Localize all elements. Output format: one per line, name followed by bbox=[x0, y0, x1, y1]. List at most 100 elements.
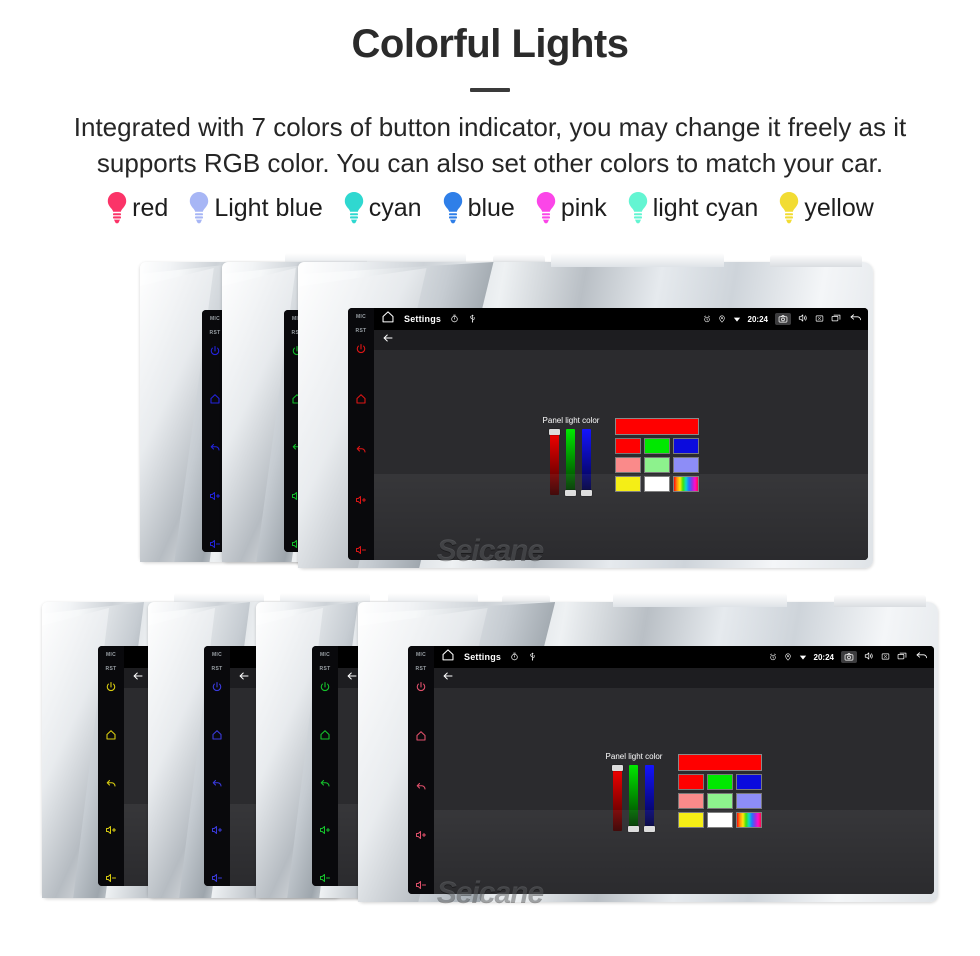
color-swatch[interactable] bbox=[678, 774, 705, 790]
color-swatch[interactable] bbox=[736, 812, 763, 828]
slider-thumb[interactable] bbox=[644, 825, 656, 832]
color-preview-bar[interactable] bbox=[615, 418, 700, 435]
close-box-icon[interactable] bbox=[815, 310, 824, 328]
slider-blue[interactable] bbox=[581, 428, 593, 496]
color-swatch[interactable] bbox=[644, 476, 671, 492]
power-icon[interactable] bbox=[415, 680, 427, 698]
home-icon[interactable] bbox=[381, 310, 395, 329]
color-swatch[interactable] bbox=[736, 774, 763, 790]
volume-icon[interactable] bbox=[798, 310, 808, 328]
legend-label: blue bbox=[467, 193, 515, 222]
volume-up-icon[interactable] bbox=[209, 489, 221, 507]
color-swatch[interactable] bbox=[707, 793, 734, 809]
back-arrow-icon[interactable] bbox=[238, 669, 250, 687]
slider-thumb[interactable] bbox=[581, 489, 593, 496]
swatch-row bbox=[615, 438, 700, 454]
slider-green[interactable] bbox=[628, 764, 640, 832]
volume-up-icon[interactable] bbox=[211, 823, 223, 841]
color-swatch[interactable] bbox=[615, 457, 642, 473]
slider-thumb[interactable] bbox=[612, 764, 624, 771]
camera-icon[interactable] bbox=[841, 651, 857, 663]
color-swatch[interactable] bbox=[678, 812, 705, 828]
recents-icon[interactable] bbox=[831, 310, 841, 328]
light-bulb-icon bbox=[627, 191, 649, 225]
home-icon[interactable] bbox=[209, 392, 221, 410]
volume-down-icon[interactable] bbox=[319, 871, 331, 886]
back-arrow-icon[interactable] bbox=[848, 310, 863, 328]
back-icon[interactable] bbox=[355, 442, 367, 460]
home-icon[interactable] bbox=[105, 728, 117, 746]
volume-down-icon[interactable] bbox=[211, 871, 223, 886]
back-arrow-icon[interactable] bbox=[442, 669, 454, 687]
home-icon[interactable] bbox=[319, 728, 331, 746]
timer-icon[interactable] bbox=[450, 310, 459, 328]
volume-down-icon[interactable] bbox=[105, 871, 117, 886]
camera-icon[interactable] bbox=[775, 313, 791, 325]
recents-icon[interactable] bbox=[897, 648, 907, 666]
android-screen[interactable]: Settings 20:24 Panel light color bbox=[374, 308, 868, 560]
slider-thumb[interactable] bbox=[549, 428, 561, 435]
color-swatch[interactable] bbox=[736, 793, 763, 809]
mic-label: MIC bbox=[319, 652, 331, 658]
back-icon[interactable] bbox=[209, 440, 221, 458]
slider-red[interactable] bbox=[612, 764, 624, 831]
legend-item-pink: pink bbox=[535, 191, 607, 225]
volume-up-icon[interactable] bbox=[319, 823, 331, 841]
back-icon[interactable] bbox=[211, 776, 223, 794]
android-screen[interactable]: Settings 20:24 Panel light color bbox=[434, 646, 934, 894]
back-arrow-icon[interactable] bbox=[346, 669, 358, 687]
power-icon[interactable] bbox=[211, 680, 223, 698]
volume-up-icon[interactable] bbox=[415, 828, 427, 846]
color-swatch[interactable] bbox=[673, 438, 700, 454]
home-icon[interactable] bbox=[441, 648, 455, 667]
back-icon[interactable] bbox=[319, 776, 331, 794]
rst-label: RST bbox=[209, 330, 221, 336]
clock-time: 20:24 bbox=[747, 314, 768, 324]
usb-icon[interactable] bbox=[468, 310, 477, 328]
timer-icon[interactable] bbox=[510, 648, 519, 666]
volume-down-icon[interactable] bbox=[415, 878, 427, 894]
volume-icon[interactable] bbox=[864, 648, 874, 666]
alarm-icon bbox=[703, 310, 711, 328]
slider-thumb[interactable] bbox=[565, 489, 577, 496]
legend-item-cyan: cyan bbox=[343, 191, 422, 225]
slider-blue[interactable] bbox=[644, 764, 656, 832]
color-swatch[interactable] bbox=[615, 476, 642, 492]
device-row-top: MIC RST MIC RST MIC RST Settings 20:24 Panel lig… bbox=[0, 253, 980, 572]
home-icon[interactable] bbox=[415, 729, 427, 747]
page-header: Colorful Lights Integrated with 7 colors… bbox=[0, 0, 980, 181]
power-icon[interactable] bbox=[105, 680, 117, 698]
swatch-row bbox=[615, 457, 700, 473]
color-swatch[interactable] bbox=[615, 438, 642, 454]
close-box-icon[interactable] bbox=[881, 648, 890, 666]
home-icon[interactable] bbox=[355, 392, 367, 410]
slider-red[interactable] bbox=[549, 428, 561, 495]
color-swatch[interactable] bbox=[673, 476, 700, 492]
color-swatch[interactable] bbox=[644, 438, 671, 454]
back-arrow-icon[interactable] bbox=[914, 648, 929, 666]
rst-label: RST bbox=[355, 328, 367, 334]
back-icon[interactable] bbox=[415, 779, 427, 797]
color-swatch[interactable] bbox=[707, 812, 734, 828]
volume-up-icon[interactable] bbox=[355, 493, 367, 511]
color-swatch[interactable] bbox=[673, 457, 700, 473]
color-preview-bar[interactable] bbox=[678, 754, 763, 771]
slider-thumb[interactable] bbox=[628, 825, 640, 832]
color-swatch[interactable] bbox=[678, 793, 705, 809]
power-icon[interactable] bbox=[319, 680, 331, 698]
color-swatch[interactable] bbox=[644, 457, 671, 473]
volume-down-icon[interactable] bbox=[355, 543, 367, 560]
color-swatch[interactable] bbox=[707, 774, 734, 790]
swatch-row bbox=[678, 793, 763, 809]
volume-down-icon[interactable] bbox=[209, 537, 221, 552]
power-icon[interactable] bbox=[209, 344, 221, 362]
back-arrow-icon[interactable] bbox=[132, 669, 144, 687]
volume-up-icon[interactable] bbox=[105, 823, 117, 841]
back-arrow-icon[interactable] bbox=[382, 331, 394, 349]
power-icon[interactable] bbox=[355, 342, 367, 360]
usb-icon[interactable] bbox=[528, 648, 537, 666]
back-icon[interactable] bbox=[105, 776, 117, 794]
slider-green[interactable] bbox=[565, 428, 577, 496]
legend-item-red: red bbox=[106, 191, 168, 225]
home-icon[interactable] bbox=[211, 728, 223, 746]
